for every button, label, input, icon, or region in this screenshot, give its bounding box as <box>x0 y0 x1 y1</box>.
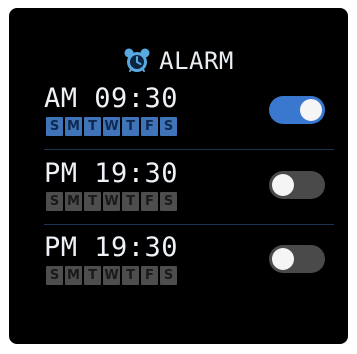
day-friday[interactable]: F <box>141 266 158 285</box>
day-friday[interactable]: F <box>141 117 158 136</box>
alarm-toggle[interactable] <box>269 96 325 124</box>
toggle-knob <box>272 248 294 270</box>
day-friday[interactable]: F <box>141 192 158 211</box>
page-title: ALARM <box>159 47 234 75</box>
alarm-period: PM <box>44 232 78 263</box>
day-tuesday[interactable]: T <box>84 192 101 211</box>
alarm-item[interactable]: PM 19:30 S M T W T F S <box>44 159 334 219</box>
day-saturday[interactable]: S <box>160 192 177 211</box>
day-sunday[interactable]: S <box>46 117 63 136</box>
day-monday[interactable]: M <box>65 117 82 136</box>
repeat-days: S M T W T F S <box>46 266 177 285</box>
day-tuesday[interactable]: T <box>84 266 101 285</box>
alarm-screen: ALARM AM 09:30 S M T W T F S PM 19:30 S … <box>9 8 348 344</box>
day-sunday[interactable]: S <box>46 192 63 211</box>
day-thursday[interactable]: T <box>122 192 139 211</box>
alarm-toggle[interactable] <box>269 245 325 273</box>
day-sunday[interactable]: S <box>46 266 63 285</box>
day-wednesday[interactable]: W <box>103 117 120 136</box>
alarm-period: AM <box>44 83 78 114</box>
day-monday[interactable]: M <box>65 266 82 285</box>
day-thursday[interactable]: T <box>122 266 139 285</box>
alarm-clock-time: 19:30 <box>94 232 179 263</box>
repeat-days: S M T W T F S <box>46 192 177 211</box>
alarm-time: PM 19:30 <box>44 159 178 189</box>
day-saturday[interactable]: S <box>160 266 177 285</box>
day-tuesday[interactable]: T <box>84 117 101 136</box>
alarm-clock-icon <box>123 47 151 75</box>
alarm-toggle[interactable] <box>269 171 325 199</box>
alarm-time: PM 19:30 <box>44 233 178 263</box>
divider <box>44 149 334 150</box>
alarm-period: PM <box>44 158 78 189</box>
alarm-item[interactable]: AM 09:30 S M T W T F S <box>44 84 334 144</box>
day-saturday[interactable]: S <box>160 117 177 136</box>
divider <box>44 224 334 225</box>
header: ALARM <box>9 44 348 78</box>
day-monday[interactable]: M <box>65 192 82 211</box>
day-wednesday[interactable]: W <box>103 192 120 211</box>
alarm-time: AM 09:30 <box>44 84 178 114</box>
alarm-item[interactable]: PM 19:30 S M T W T F S <box>44 233 334 293</box>
alarm-clock-time: 09:30 <box>94 83 179 114</box>
day-wednesday[interactable]: W <box>103 266 120 285</box>
day-thursday[interactable]: T <box>122 117 139 136</box>
repeat-days: S M T W T F S <box>46 117 177 136</box>
toggle-knob <box>300 99 322 121</box>
toggle-knob <box>272 174 294 196</box>
alarm-clock-time: 19:30 <box>94 158 179 189</box>
